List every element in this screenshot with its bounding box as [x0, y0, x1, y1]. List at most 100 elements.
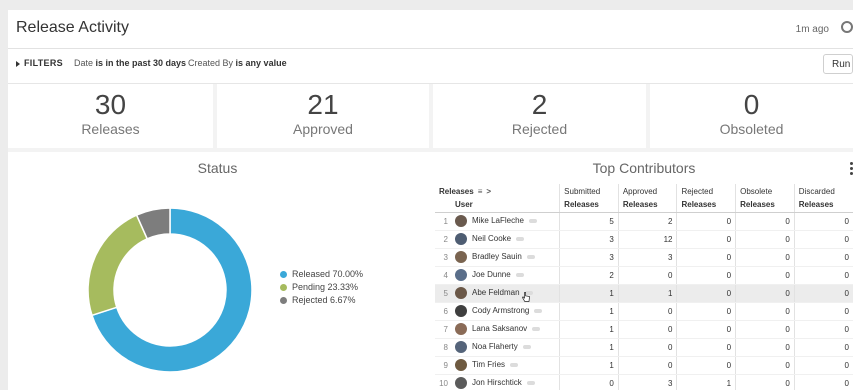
table-row[interactable]: 10 Jon Hirschtick 0 3 1 0 0 [435, 374, 853, 390]
count-cell: 1 [559, 284, 619, 303]
column-subheader[interactable]: Releases [793, 198, 853, 213]
user-cell[interactable]: Tim Fries [450, 356, 560, 375]
count-cell: 0 [735, 266, 795, 285]
ellipsis-icon[interactable] [515, 273, 524, 277]
user-cell[interactable]: Jon Hirschtick [450, 374, 560, 390]
legend-item-released[interactable]: Released 70.00% [280, 268, 363, 281]
user-cell[interactable]: Neil Cooke [450, 230, 560, 249]
table-row[interactable]: 9 Tim Fries 1 0 0 0 0 [435, 356, 853, 375]
table-group-header: Releases ≡ > Submitted Approved Rejected O… [435, 184, 853, 198]
column-subheader[interactable]: Releases [735, 198, 795, 213]
filters-toggle[interactable]: FILTERS [24, 58, 63, 68]
donut-slice-pending[interactable] [87, 214, 149, 317]
table-row[interactable]: 7 Lana Saksanov 1 0 0 0 0 [435, 320, 853, 339]
user-cell[interactable]: Bradley Sauin [450, 248, 560, 267]
status-legend: Released 70.00% Pending 23.33% Rejected … [280, 268, 363, 307]
legend-item-pending[interactable]: Pending 23.33% [280, 281, 363, 294]
avatar [454, 359, 467, 371]
caret-right-icon[interactable] [16, 61, 20, 67]
count-cell: 0 [793, 356, 853, 375]
count-cell: 0 [676, 230, 736, 249]
table-row[interactable]: 4 Joe Dunne 2 0 0 0 0 [435, 266, 853, 285]
count-cell: 1 [559, 356, 619, 375]
row-index: 6 [435, 302, 451, 321]
ellipsis-icon[interactable] [526, 381, 535, 385]
count-cell: 0 [735, 230, 795, 249]
kpi-label: Approved [293, 121, 353, 137]
pivot-header[interactable]: Releases ≡ > [435, 184, 560, 198]
pivot-icon[interactable]: ≡ [478, 187, 483, 196]
row-index: 8 [435, 338, 451, 357]
run-button[interactable]: Run [823, 54, 853, 74]
chevron-right-icon[interactable]: > [486, 187, 491, 196]
filter-date-field: Date [74, 58, 94, 68]
filters-bar: FILTERS Date is in the past 30 days Crea… [8, 49, 853, 84]
column-subheader[interactable]: Releases [617, 198, 677, 213]
avatar [454, 323, 467, 335]
count-cell: 0 [793, 284, 853, 303]
count-cell: 0 [617, 338, 677, 357]
column-subheader[interactable]: Releases [559, 198, 619, 213]
count-cell: 0 [617, 302, 677, 321]
count-cell: 2 [559, 266, 619, 285]
ellipsis-icon[interactable] [510, 363, 519, 367]
user-cell[interactable]: Abe Feldman [450, 284, 560, 303]
user-name: Lana Saksanov [471, 324, 528, 334]
kpi-label: Releases [81, 121, 140, 137]
contributors-panel: Top Contributors Releases ≡ > Submitted Ap… [435, 156, 853, 390]
ellipsis-icon[interactable] [526, 255, 535, 259]
table-row[interactable]: 2 Neil Cooke 3 12 0 0 0 [435, 230, 853, 249]
count-cell: 0 [735, 374, 795, 390]
user-cell[interactable]: Lana Saksanov [450, 320, 560, 339]
ellipsis-icon[interactable] [532, 327, 541, 331]
column-header-rejected[interactable]: Rejected [676, 184, 736, 198]
column-header-obsolete[interactable]: Obsolete [735, 184, 795, 198]
count-cell: 0 [735, 212, 795, 231]
legend-item-rejected[interactable]: Rejected 6.67% [280, 294, 363, 307]
user-name: Noa Flaherty [471, 342, 518, 352]
user-cell[interactable]: Mike LaFleche [450, 212, 560, 231]
column-header-discarded[interactable]: Discarded [793, 184, 853, 198]
count-cell: 3 [617, 374, 677, 390]
user-name: Jon Hirschtick [471, 378, 522, 388]
ellipsis-icon[interactable] [522, 345, 531, 349]
count-cell: 2 [617, 212, 677, 231]
count-cell: 0 [735, 284, 795, 303]
table-row[interactable]: 1 Mike LaFleche 5 2 0 0 0 [435, 212, 853, 231]
ellipsis-icon[interactable] [534, 309, 543, 313]
row-index: 1 [435, 212, 451, 231]
avatar [454, 215, 467, 227]
filter-date[interactable]: Date is in the past 30 days [74, 58, 186, 68]
user-name: Joe Dunne [471, 270, 511, 280]
ellipsis-icon[interactable] [529, 219, 538, 223]
status-title: Status [197, 160, 238, 176]
legend-label: Released 70.00% [292, 269, 364, 279]
filter-created-by[interactable]: Created By is any value [188, 58, 287, 68]
avatar [454, 341, 467, 353]
kpi-rejected: 2 Rejected [433, 84, 646, 148]
column-header-submitted[interactable]: Submitted [559, 184, 619, 198]
column-subheader[interactable]: Releases [676, 198, 736, 213]
row-index: 10 [435, 374, 451, 390]
column-header-user[interactable]: User [450, 198, 560, 213]
count-cell: 1 [559, 320, 619, 339]
gear-icon[interactable] [841, 21, 853, 33]
count-cell: 0 [735, 338, 795, 357]
column-header-approved[interactable]: Approved [617, 184, 677, 198]
user-name: Bradley Sauin [471, 252, 522, 262]
ellipsis-icon[interactable] [516, 237, 525, 241]
table-row[interactable]: 8 Noa Flaherty 1 0 0 0 0 [435, 338, 853, 357]
avatar [454, 377, 467, 389]
user-cell[interactable]: Joe Dunne [450, 266, 560, 285]
table-row[interactable]: 3 Bradley Sauin 3 3 0 0 0 [435, 248, 853, 267]
row-index: 3 [435, 248, 451, 267]
user-name: Abe Feldman [471, 288, 520, 298]
user-cell[interactable]: Noa Flaherty [450, 338, 560, 357]
count-cell: 0 [617, 266, 677, 285]
table-row[interactable]: 6 Cody Armstrong 1 0 0 0 0 [435, 302, 853, 321]
avatar [454, 287, 467, 299]
user-cell[interactable]: Cody Armstrong [450, 302, 560, 321]
table-row[interactable]: 5 Abe Feldman 1 1 0 0 0 [435, 284, 853, 303]
count-cell: 1 [676, 374, 736, 390]
contributors-title: Top Contributors [592, 160, 696, 176]
